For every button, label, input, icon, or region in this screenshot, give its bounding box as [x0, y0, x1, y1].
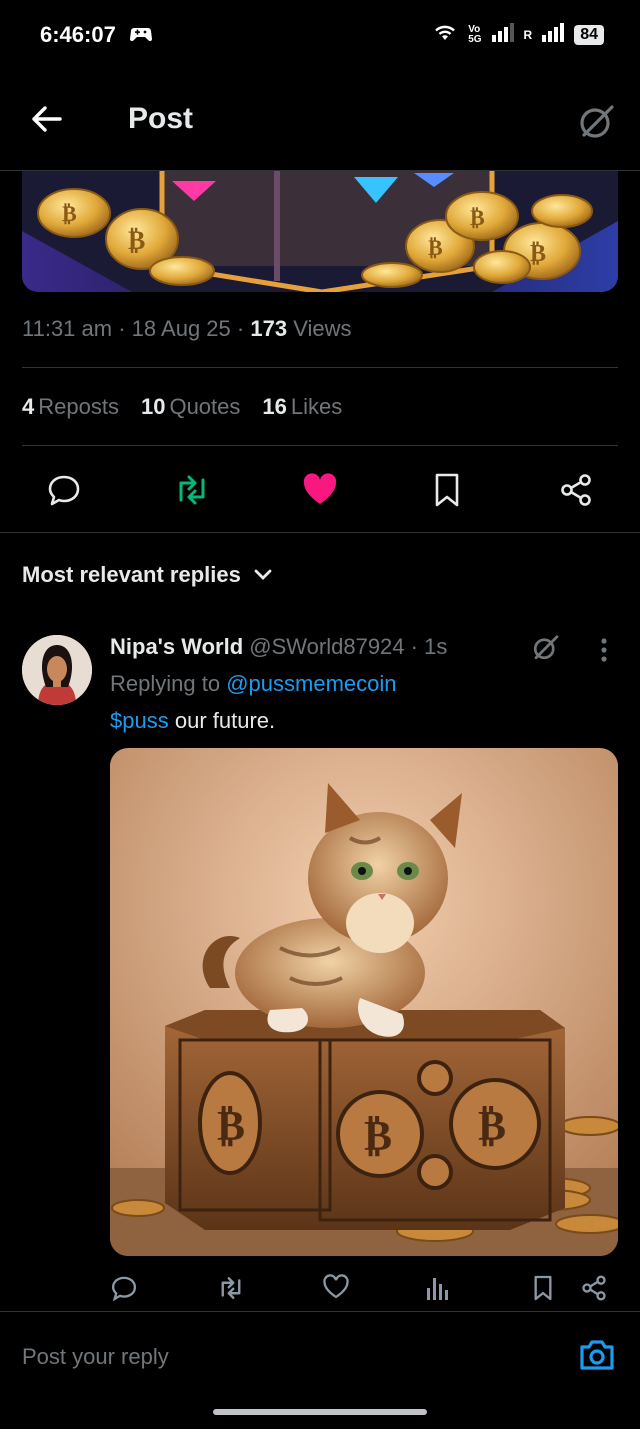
- author-handle: @SWorld87924: [249, 634, 405, 659]
- views-count: 173: [250, 316, 288, 341]
- svg-text:₿: ₿: [217, 1101, 245, 1150]
- wifi-icon: [432, 22, 458, 47]
- top-app-bar: Post: [0, 72, 640, 171]
- reply-icon[interactable]: [110, 1274, 138, 1307]
- back-arrow-icon[interactable]: [30, 104, 64, 139]
- cashtag-link[interactable]: $puss: [110, 708, 169, 733]
- repost-icon[interactable]: [216, 1274, 246, 1307]
- post-action-bar: [0, 462, 640, 532]
- page-title: Post: [128, 102, 194, 135]
- reply-text: $puss our future.: [110, 708, 276, 733]
- status-icons: Vo 5G R 84: [432, 22, 604, 47]
- analytics-icon[interactable]: [426, 1274, 450, 1305]
- gesture-navigation-bar[interactable]: [213, 1409, 427, 1415]
- avatar[interactable]: [22, 635, 92, 705]
- svg-text:₿: ₿: [470, 206, 485, 231]
- repost-icon[interactable]: [172, 472, 212, 513]
- reply-input[interactable]: Post your reply: [22, 1344, 169, 1370]
- svg-text:₿: ₿: [128, 226, 145, 256]
- chevron-down-icon: [253, 562, 273, 588]
- gamepad-icon: [129, 25, 153, 48]
- bookmark-icon[interactable]: [432, 472, 462, 513]
- mention-link[interactable]: @pussmemecoin: [226, 671, 396, 696]
- author-name: Nipa's World: [110, 634, 244, 659]
- share-icon[interactable]: [580, 1274, 608, 1307]
- svg-text:₿: ₿: [478, 1101, 506, 1150]
- reply-image[interactable]: ₿ ₿ ₿: [110, 748, 618, 1256]
- reposts-stat[interactable]: 4 Reposts: [22, 394, 119, 420]
- divider: [0, 532, 640, 533]
- svg-text:₿: ₿: [530, 239, 546, 267]
- svg-text:₿: ₿: [428, 236, 443, 261]
- signal-icon: [491, 22, 514, 47]
- reply-icon[interactable]: [46, 472, 82, 513]
- status-time: 6:46:07: [40, 22, 116, 47]
- signal-icon-2: [542, 22, 565, 47]
- reply-author[interactable]: Nipa's World @SWorld87924 · 1s: [110, 634, 447, 660]
- engagement-stats: 4 Reposts 10 Quotes 16 Likes: [22, 394, 342, 420]
- post-timestamp: 11:31 am · 18 Aug 25 · 173 Views: [22, 316, 352, 341]
- bookmark-icon[interactable]: [532, 1274, 554, 1307]
- reply-age: 1s: [424, 634, 448, 659]
- like-icon[interactable]: [322, 1274, 350, 1305]
- svg-text:₿: ₿: [62, 202, 77, 227]
- quotes-stat[interactable]: 10 Quotes: [141, 394, 240, 420]
- grok-icon[interactable]: [576, 102, 616, 147]
- volte-label: Vo 5G: [468, 23, 482, 45]
- like-icon[interactable]: [302, 472, 338, 511]
- camera-icon[interactable]: [578, 1338, 616, 1377]
- svg-text:₿: ₿: [364, 1111, 392, 1160]
- post-image[interactable]: ₿ ₿ ₿ ₿ ₿: [22, 171, 618, 292]
- grok-icon[interactable]: [530, 633, 560, 668]
- replying-to: Replying to @pussmemecoin: [110, 671, 397, 696]
- status-bar: 6:46:07 Vo 5G R 84: [0, 0, 640, 72]
- share-icon[interactable]: [558, 472, 594, 513]
- battery-indicator: 84: [574, 24, 604, 45]
- reply-action-bar: [110, 1270, 618, 1310]
- divider: [0, 1311, 640, 1312]
- more-options-icon[interactable]: [598, 636, 610, 669]
- divider: [22, 367, 618, 368]
- replies-sort-dropdown[interactable]: Most relevant replies: [22, 562, 273, 588]
- roaming-label: R: [523, 27, 533, 42]
- likes-stat[interactable]: 16 Likes: [262, 394, 342, 420]
- divider: [22, 445, 618, 446]
